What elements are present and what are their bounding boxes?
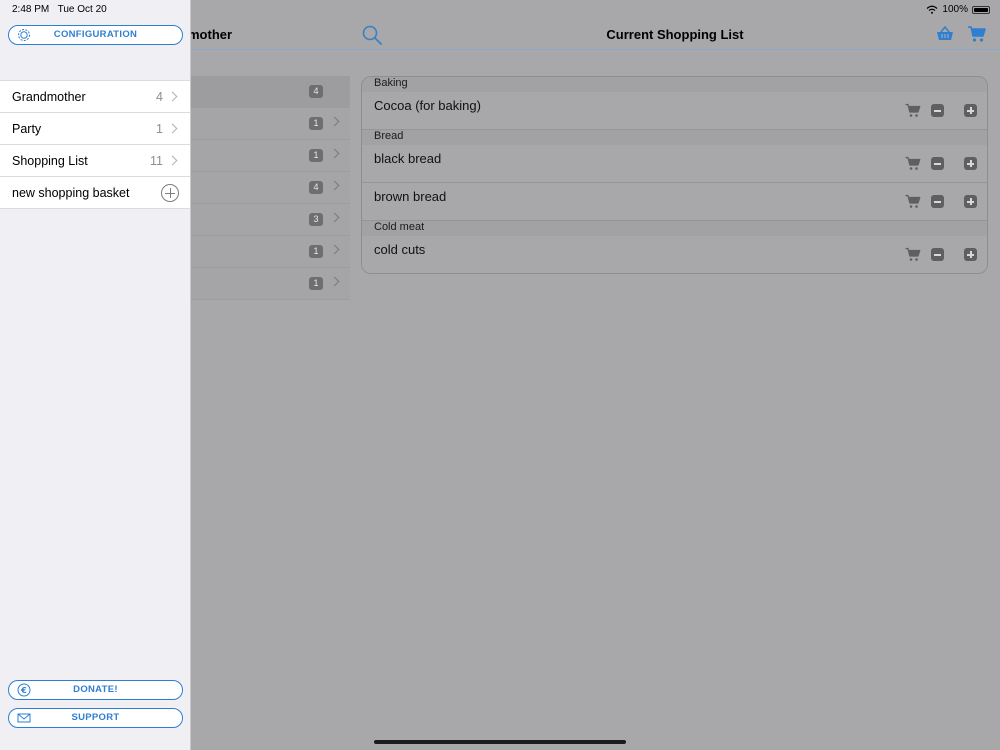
plus-icon[interactable]: [964, 195, 977, 208]
minus-icon[interactable]: [931, 157, 944, 170]
donate-label: DONATE!: [73, 684, 118, 695]
chevron-right-icon: [167, 155, 178, 166]
sidebar-item-label: Party: [12, 122, 42, 136]
list-item[interactable]: brown bread: [362, 183, 987, 221]
count-badge: 1: [309, 117, 323, 130]
chevron-right-icon: [167, 123, 178, 134]
battery-icon: [972, 5, 990, 14]
sidebar-item-label: Shopping List: [12, 154, 88, 168]
list-item[interactable]: Cocoa (for baking): [362, 92, 987, 130]
chevron-right-icon: [329, 212, 340, 223]
item-name: black bread: [374, 151, 442, 166]
section-header: Bread: [362, 130, 987, 145]
plus-icon[interactable]: [964, 248, 977, 261]
new-basket-label: new shopping basket: [12, 186, 130, 200]
count-badge: 1: [309, 245, 323, 258]
count-badge: 3: [309, 213, 323, 226]
shopping-list-card: Baking Cocoa (for baking) Bread black br…: [361, 76, 988, 274]
sidebar-item-shopping-list[interactable]: Shopping List 11: [0, 145, 190, 177]
list-row[interactable]: 1: [191, 236, 350, 268]
wifi-icon: [926, 5, 938, 14]
list-row[interactable]: 3: [191, 204, 350, 236]
configuration-label: CONFIGURATION: [53, 29, 138, 40]
plus-icon[interactable]: [964, 157, 977, 170]
status-bar: 2:48 PM Tue Oct 20 100%: [0, 0, 1000, 18]
item-name: Cocoa (for baking): [374, 98, 481, 113]
basket-list: Grandmother 4 Party 1 Shopping List 11 n…: [0, 80, 190, 209]
cart-icon[interactable]: [905, 247, 921, 262]
chevron-right-icon: [167, 91, 178, 102]
sidebar-item-count: 1: [156, 122, 163, 136]
chevron-right-icon: [329, 244, 340, 255]
donate-button[interactable]: € DONATE!: [8, 680, 183, 700]
count-badge: 1: [309, 149, 323, 162]
configuration-button[interactable]: CONFIGURATION: [8, 25, 183, 45]
sidebar: CONFIGURATION Grandmother 4 Party 1 Shop…: [0, 0, 191, 750]
list-item[interactable]: black bread: [362, 145, 987, 183]
item-name: cold cuts: [374, 242, 426, 257]
count-badge: 1: [309, 277, 323, 290]
basket-icon[interactable]: [936, 25, 954, 42]
shopping-lists-column: 4 1 1 4 3 1 1: [191, 76, 350, 300]
battery-percent: 100%: [942, 4, 968, 15]
list-item[interactable]: cold cuts: [362, 236, 987, 273]
cart-icon[interactable]: [905, 194, 921, 209]
gear-icon: [18, 29, 30, 41]
chevron-right-icon: [329, 148, 340, 159]
new-basket-row[interactable]: new shopping basket: [0, 177, 190, 209]
minus-icon[interactable]: [931, 195, 944, 208]
svg-text:€: €: [20, 686, 27, 695]
status-time: 2:48 PM Tue Oct 20: [12, 4, 107, 15]
cart-icon[interactable]: [905, 103, 921, 118]
section-header: Cold meat: [362, 221, 987, 236]
sidebar-item-label: Grandmother: [12, 90, 86, 104]
list-row[interactable]: 4: [191, 76, 350, 108]
chevron-right-icon: [329, 180, 340, 191]
list-row[interactable]: 1: [191, 268, 350, 300]
item-name: brown bread: [374, 189, 447, 204]
cart-icon[interactable]: [967, 25, 987, 43]
support-button[interactable]: SUPPORT: [8, 708, 183, 728]
sidebar-item-grandmother[interactable]: Grandmother 4: [0, 81, 190, 113]
euro-icon: €: [17, 683, 31, 697]
chevron-right-icon: [329, 116, 340, 127]
cart-icon[interactable]: [905, 156, 921, 171]
sidebar-item-count: 11: [150, 154, 163, 168]
mail-icon: [17, 713, 31, 723]
list-row[interactable]: 1: [191, 140, 350, 172]
count-badge: 4: [309, 85, 323, 98]
support-label: SUPPORT: [71, 712, 120, 723]
plus-icon[interactable]: [964, 104, 977, 117]
minus-icon[interactable]: [931, 104, 944, 117]
add-circle-icon[interactable]: [161, 184, 179, 202]
minus-icon[interactable]: [931, 248, 944, 261]
section-header: Baking: [362, 77, 987, 92]
list-row[interactable]: 4: [191, 172, 350, 204]
chevron-right-icon: [329, 276, 340, 287]
sidebar-item-party[interactable]: Party 1: [0, 113, 190, 145]
home-indicator[interactable]: [374, 740, 626, 744]
sidebar-item-count: 4: [156, 90, 163, 104]
count-badge: 4: [309, 181, 323, 194]
list-row[interactable]: 1: [191, 108, 350, 140]
